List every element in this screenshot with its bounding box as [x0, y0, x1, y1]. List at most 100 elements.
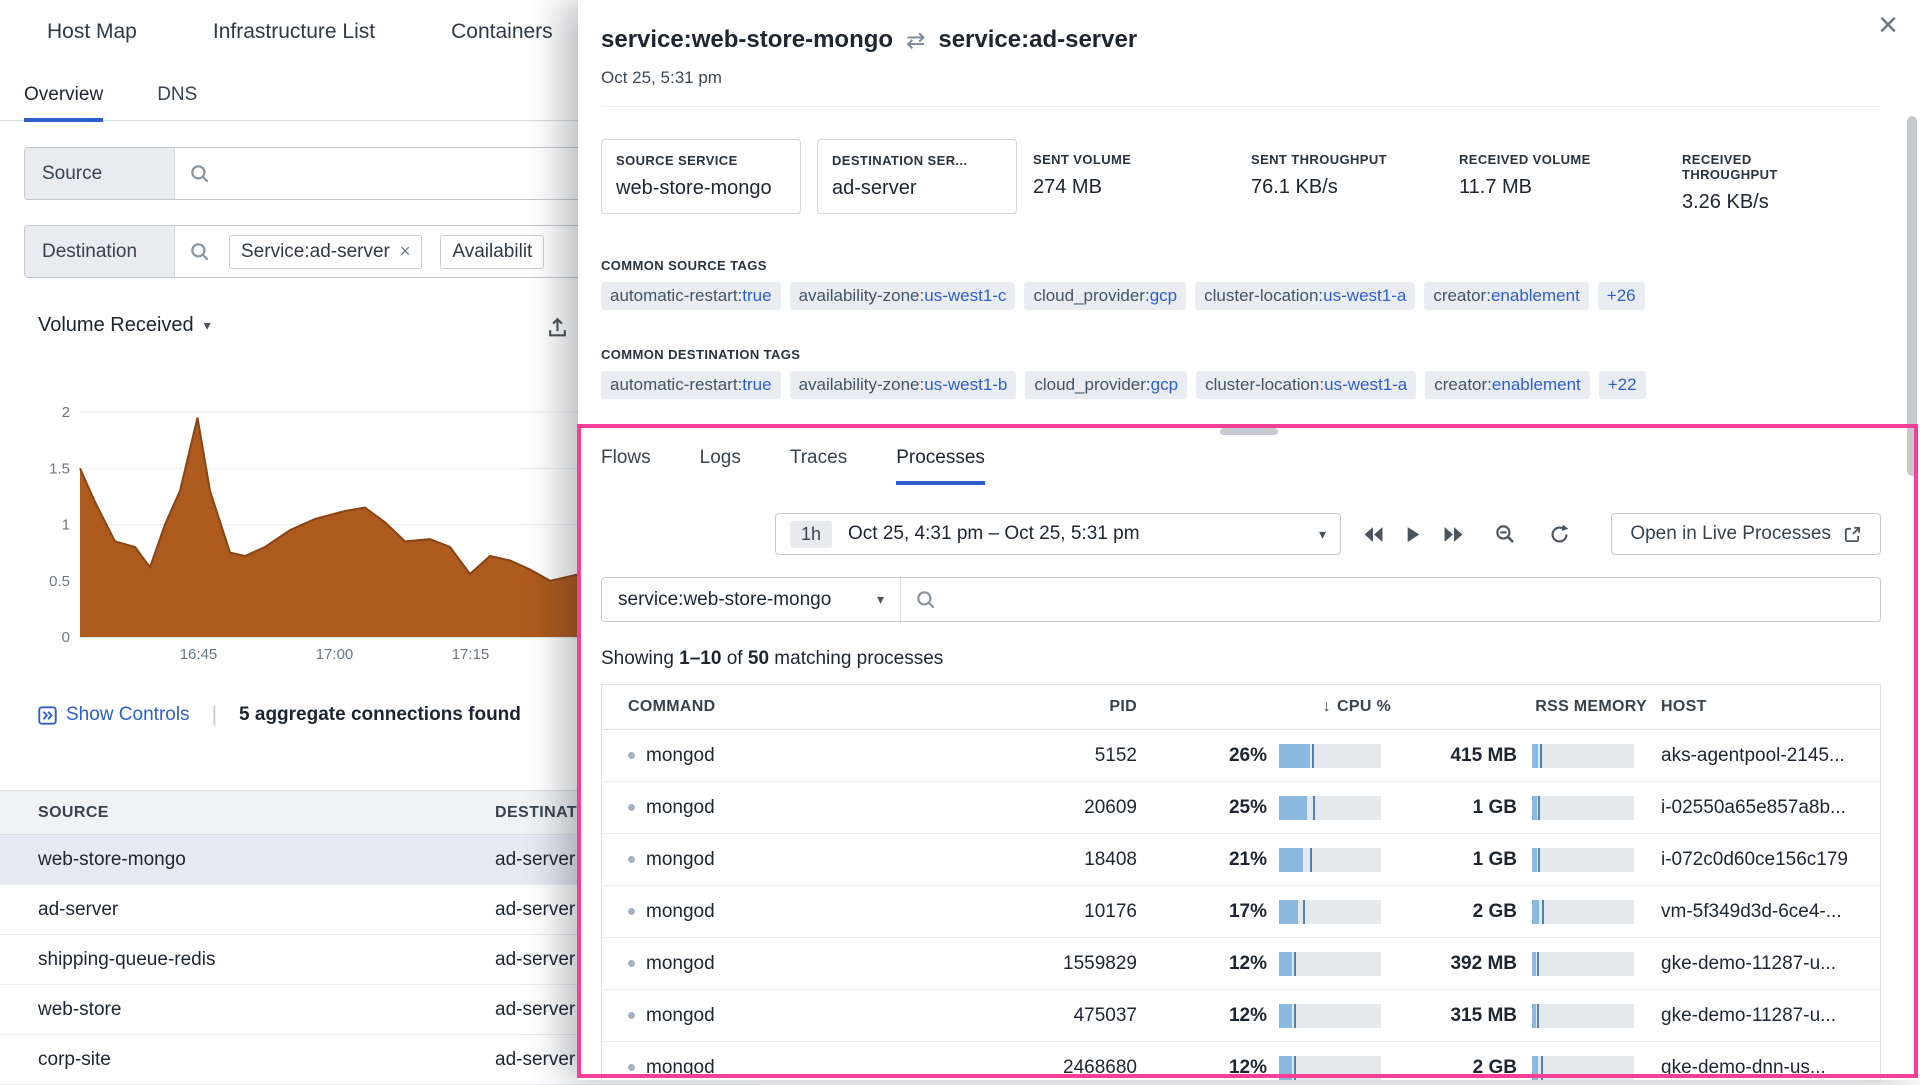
scrollbar[interactable]	[1904, 0, 1920, 1080]
process-row[interactable]: mongod155982912%392 MBgke-demo-11287-u..…	[602, 938, 1880, 990]
time-range-select[interactable]: 1h Oct 25, 4:31 pm – Oct 25, 5:31 pm ▾	[775, 513, 1341, 555]
memory-bar-cell	[1517, 1056, 1647, 1080]
panel-tab-processes[interactable]: Processes	[896, 447, 985, 485]
process-row[interactable]: mongod246868012%2 GBgke-demo-dnn-us...	[602, 1042, 1880, 1080]
host-column-header[interactable]: HOST	[1647, 698, 1880, 716]
usage-bar	[1532, 848, 1634, 872]
process-row[interactable]: mongod47503712%315 MBgke-demo-11287-u...	[602, 990, 1880, 1042]
metric-label: DESTINATION SER...	[832, 153, 1002, 168]
tag-chip[interactable]: availability-zone:us-west1-c	[790, 282, 1016, 310]
command-column-header[interactable]: COMMAND	[602, 698, 1022, 716]
usage-bar-fill	[1532, 952, 1536, 976]
process-filter-bar: service:web-store-mongo ▾	[601, 577, 1881, 622]
fast-forward-button[interactable]	[1433, 514, 1473, 554]
metric-value: ad-server	[832, 177, 1002, 200]
tag-key: creator:	[1434, 375, 1492, 394]
chevron-down-icon: ▾	[1319, 526, 1326, 543]
process-status-dot	[628, 752, 635, 759]
refresh-button[interactable]	[1539, 514, 1579, 554]
usage-bar-fill	[1532, 1056, 1538, 1080]
destination-filter-label: Destination	[25, 226, 175, 277]
remove-chip-icon[interactable]: ×	[400, 241, 411, 262]
time-range-text: Oct 25, 4:31 pm – Oct 25, 5:31 pm	[848, 523, 1140, 545]
command-cell: mongod	[602, 797, 1022, 819]
command-cell: mongod	[602, 901, 1022, 923]
more-tags-chip[interactable]: +22	[1599, 371, 1646, 399]
tag-chip[interactable]: cloud_provider:gcp	[1024, 282, 1186, 310]
process-row[interactable]: mongod2060925%1 GBi-02550a65e857a8b...	[602, 782, 1880, 834]
nav-item-host-map[interactable]: Host Map	[47, 20, 137, 44]
usage-bar	[1532, 900, 1634, 924]
more-tags-chip[interactable]: +26	[1598, 282, 1645, 310]
metric-source-service: SOURCE SERVICEweb-store-mongo	[601, 139, 801, 214]
filter-chip-service-ad-server[interactable]: Service:ad-server×	[229, 235, 422, 269]
sort-desc-icon: ↓	[1323, 698, 1331, 715]
memory-value-cell: 315 MB	[1417, 1005, 1517, 1027]
showing-of: of	[727, 648, 743, 669]
host-cell: gke-demo-11287-u...	[1647, 953, 1880, 975]
usage-bar-fill	[1279, 848, 1303, 872]
usage-bar-fill	[1279, 900, 1298, 924]
filter-chip-label: Availabilit	[452, 241, 532, 263]
metric-received-volume: RECEIVED VOLUME11.7 MB	[1459, 139, 1682, 199]
process-row[interactable]: mongod1840821%1 GBi-072c0d60ce156c179	[602, 834, 1880, 886]
common-source-tags: automatic-restart:true availability-zone:…	[601, 282, 1881, 310]
memory-value-cell: 1 GB	[1417, 797, 1517, 819]
scrollbar-thumb[interactable]	[1907, 116, 1917, 476]
tag-value: us-west1-a	[1324, 375, 1407, 394]
process-scope-dropdown[interactable]: service:web-store-mongo ▾	[602, 578, 901, 621]
metric-sent-volume: SENT VOLUME274 MB	[1033, 139, 1251, 199]
usage-bar-marker	[1313, 796, 1315, 820]
nav-item-containers[interactable]: Containers	[451, 20, 553, 44]
command-name: mongod	[646, 953, 715, 975]
process-table-header: COMMAND PID ↓CPU % RSS MEMORY HOST	[602, 685, 1880, 730]
rss-memory-column-header[interactable]: RSS MEMORY	[1417, 698, 1647, 716]
svg-text:17:15: 17:15	[452, 646, 490, 663]
tag-chip[interactable]: cluster-location:us-west1-a	[1195, 282, 1415, 310]
cpu-bar-cell	[1267, 900, 1417, 924]
cpu-bar-cell	[1267, 744, 1417, 768]
zoom-out-button[interactable]	[1485, 514, 1525, 554]
process-status-dot	[628, 856, 635, 863]
play-button[interactable]	[1393, 514, 1433, 554]
panel-title-source: service:web-store-mongo	[601, 26, 893, 54]
process-search-input[interactable]	[937, 578, 1880, 621]
panel-tab-traces[interactable]: Traces	[790, 447, 847, 485]
tag-chip[interactable]: creator:enablement	[1425, 371, 1589, 399]
usage-bar	[1279, 848, 1381, 872]
command-name: mongod	[646, 745, 715, 767]
metric-value: 274 MB	[1033, 176, 1251, 199]
close-icon[interactable]: ×	[1878, 8, 1898, 42]
process-row[interactable]: mongod1017617%2 GBvm-5f349d3d-6ce4-...	[602, 886, 1880, 938]
memory-bar-cell	[1517, 796, 1647, 820]
metric-dropdown[interactable]: Volume Received ▾	[38, 314, 211, 337]
cpu-column-header[interactable]: ↓CPU %	[1152, 698, 1417, 716]
tag-chip[interactable]: automatic-restart:true	[601, 282, 781, 310]
rewind-button[interactable]	[1353, 514, 1393, 554]
tag-chip[interactable]: creator:enablement	[1424, 282, 1588, 310]
tab-overview[interactable]: Overview	[24, 70, 103, 122]
tag-chip[interactable]: availability-zone:us-west1-b	[790, 371, 1017, 399]
tab-dns[interactable]: DNS	[157, 70, 197, 120]
filter-chip-availabilit[interactable]: Availabilit	[440, 235, 544, 269]
tag-chip[interactable]: cluster-location:us-west1-a	[1196, 371, 1416, 399]
panel-tab-flows[interactable]: Flows	[601, 447, 651, 485]
search-icon	[189, 241, 211, 263]
source-column-header[interactable]: SOURCE	[0, 804, 457, 822]
open-in-live-processes-button[interactable]: Open in Live Processes	[1611, 513, 1881, 555]
memory-value-cell: 2 GB	[1417, 1057, 1517, 1079]
nav-item-infrastructure-list[interactable]: Infrastructure List	[213, 20, 375, 44]
showing-range: 1–10	[679, 648, 721, 669]
process-row[interactable]: mongod515226%415 MBaks-agentpool-2145...	[602, 730, 1880, 782]
tag-chip[interactable]: cloud_provider:gcp	[1025, 371, 1187, 399]
show-controls-link[interactable]: Show Controls	[38, 704, 190, 726]
resize-handle[interactable]	[1220, 428, 1278, 435]
metric-destination-ser: DESTINATION SER... ad-server	[817, 139, 1017, 214]
tag-key: cluster-location:	[1204, 286, 1323, 305]
command-name: mongod	[646, 797, 715, 819]
tag-chip[interactable]: automatic-restart:true	[601, 371, 781, 399]
export-button[interactable]	[546, 316, 569, 344]
pid-column-header[interactable]: PID	[1022, 698, 1152, 716]
panel-tab-logs[interactable]: Logs	[700, 447, 741, 485]
chart-controls-row: Show Controls | 5 aggregate connections …	[38, 703, 521, 727]
